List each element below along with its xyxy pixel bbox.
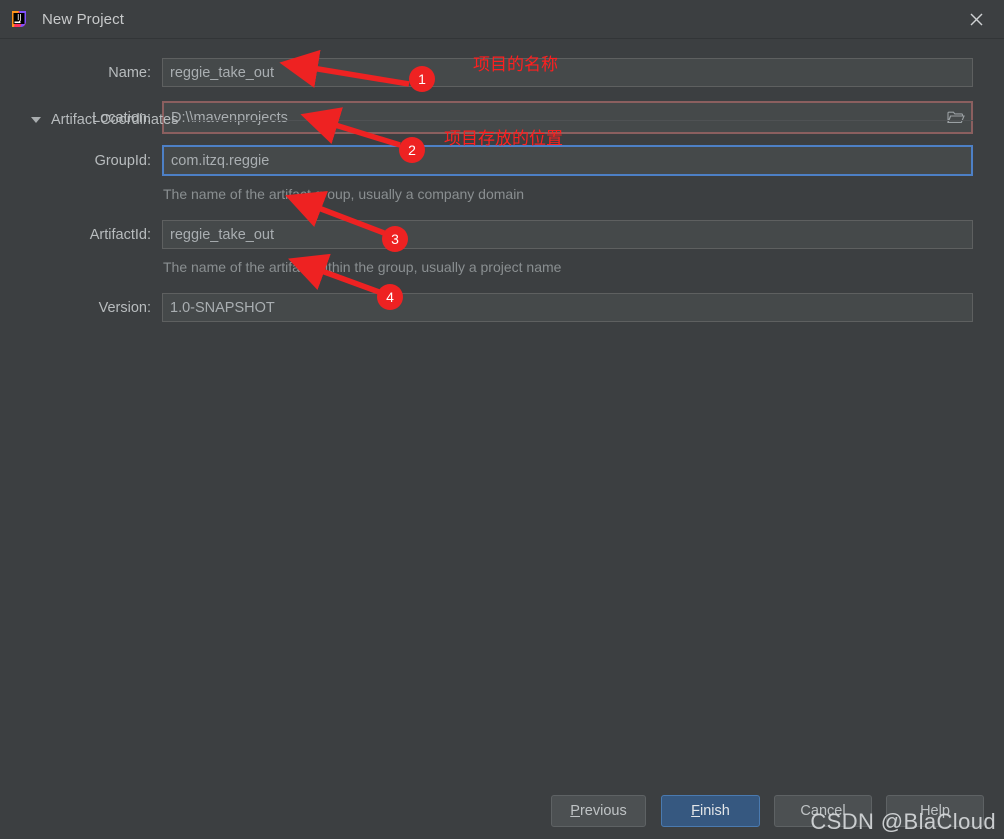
previous-button[interactable]: Previous — [551, 795, 646, 827]
artifact-coordinates-section-header[interactable]: Artifact Coordinates — [31, 112, 973, 128]
triangle-down-icon[interactable] — [31, 117, 41, 123]
field-row-artifactid: ArtifactId: reggie_take_out — [31, 220, 973, 249]
groupid-label: GroupId: — [94, 152, 151, 169]
artifactid-label: ArtifactId: — [89, 226, 151, 243]
dialog-button-bar: Previous Finish Cancel Help — [0, 790, 1004, 839]
title-bar: IJ New Project — [0, 0, 1004, 39]
previous-mnemonic: P — [570, 803, 580, 819]
artifact-coordinates-label: Artifact Coordinates — [51, 112, 179, 128]
help-button[interactable]: Help — [886, 795, 984, 827]
name-label: Name: — [108, 64, 151, 81]
cancel-label: Cancel — [800, 803, 846, 819]
intellij-idea-icon: IJ — [9, 9, 29, 29]
finish-mnemonic: F — [691, 803, 701, 819]
field-row-groupid: GroupId: com.itzq.reggie — [31, 145, 973, 176]
field-row-name: Name: reggie_take_out — [31, 58, 973, 87]
groupid-hint: The name of the artifact group, usually … — [163, 186, 525, 202]
artifactid-input[interactable]: reggie_take_out — [162, 220, 973, 249]
help-label: Help — [920, 803, 950, 819]
finish-button[interactable]: Finish — [661, 795, 760, 827]
section-divider — [189, 119, 973, 121]
close-icon[interactable] — [958, 5, 994, 33]
window-title: New Project — [42, 10, 124, 28]
finish-label: inish — [700, 803, 730, 819]
previous-label: revious — [579, 803, 627, 819]
field-row-version: Version: 1.0-SNAPSHOT — [31, 293, 973, 322]
name-input[interactable]: reggie_take_out — [162, 58, 973, 87]
groupid-input[interactable]: com.itzq.reggie — [162, 145, 973, 176]
version-label: Version: — [98, 299, 151, 316]
cancel-button[interactable]: Cancel — [774, 795, 872, 827]
new-project-dialog: IJ New Project Name: reggie_take_out Loc… — [0, 0, 1004, 839]
svg-text:IJ: IJ — [17, 13, 21, 22]
artifactid-hint: The name of the artifact within the grou… — [163, 259, 562, 275]
version-input[interactable]: 1.0-SNAPSHOT — [162, 293, 973, 322]
